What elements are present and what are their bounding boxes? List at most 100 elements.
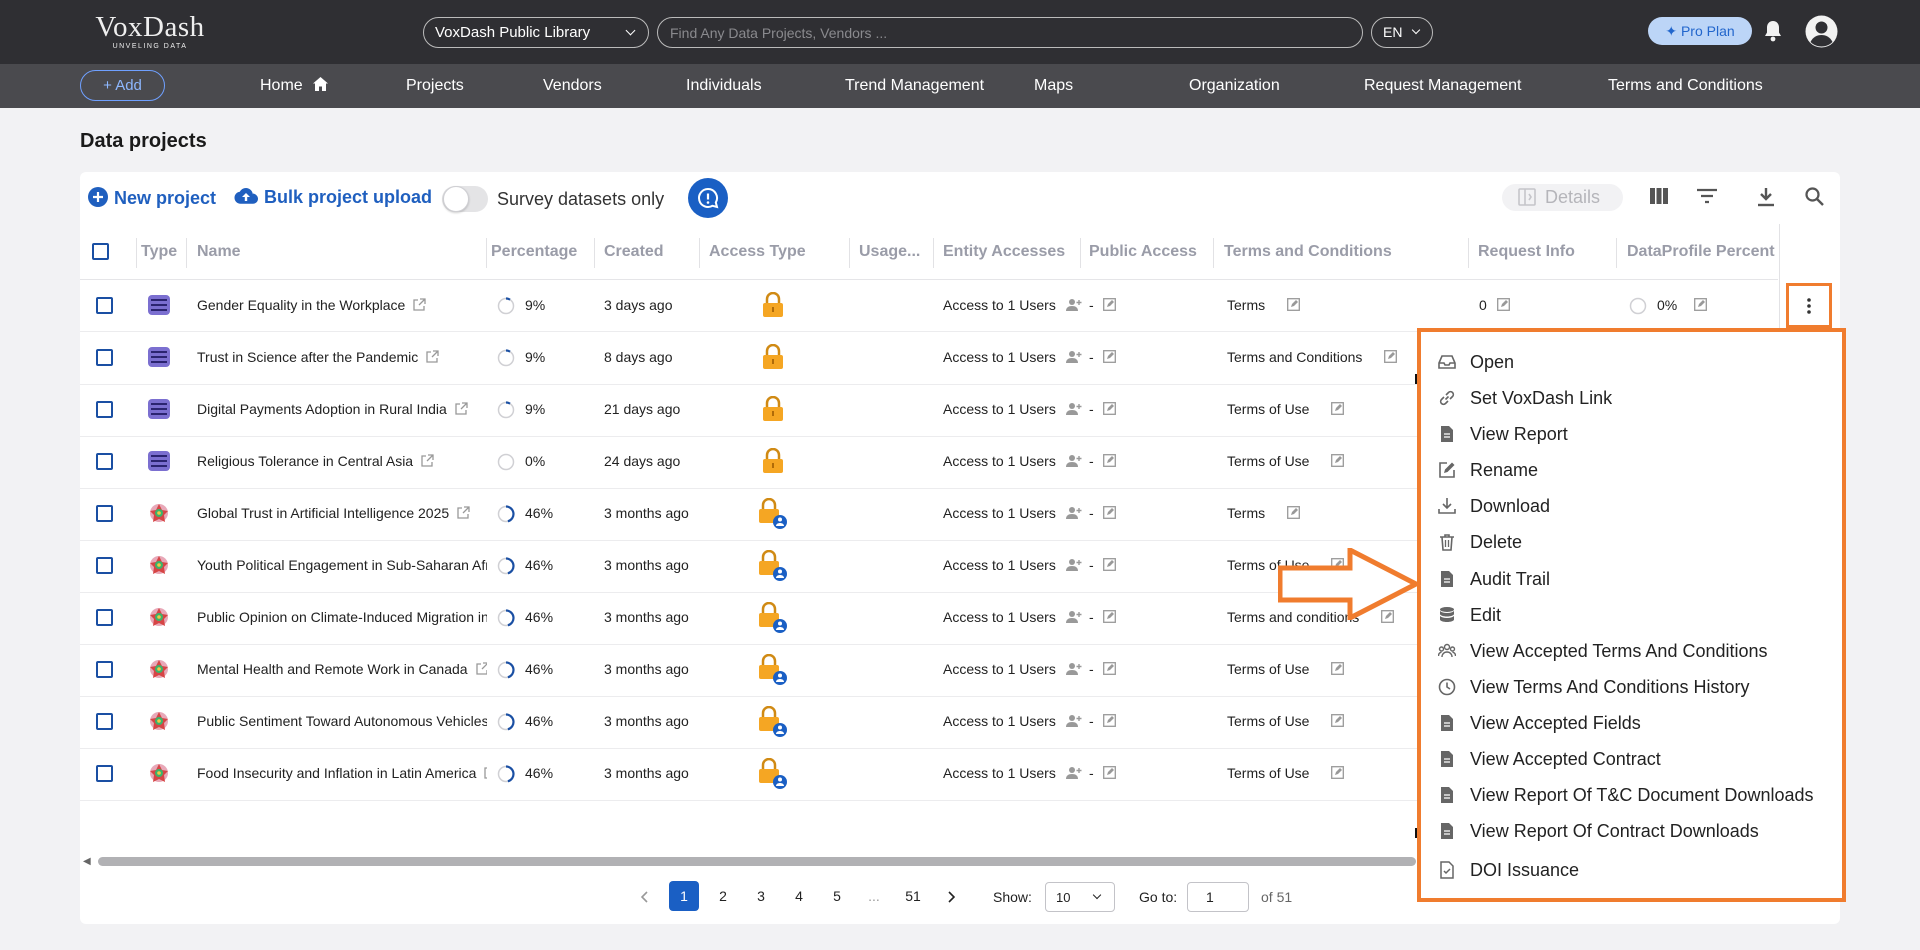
- col-public-access[interactable]: Public Access: [1089, 243, 1197, 261]
- row-checkbox[interactable]: [96, 713, 113, 730]
- edit-icon[interactable]: [1103, 454, 1116, 467]
- menu-item-terms-history[interactable]: View Terms And Conditions History: [1438, 672, 1838, 702]
- external-link-icon[interactable]: [413, 298, 426, 311]
- edit-icon[interactable]: [1103, 766, 1116, 779]
- page-button[interactable]: 4: [784, 881, 814, 911]
- row-checkbox[interactable]: [96, 401, 113, 418]
- language-select[interactable]: EN: [1371, 17, 1433, 48]
- edit-icon[interactable]: [1694, 298, 1707, 311]
- row-checkbox[interactable]: [96, 453, 113, 470]
- row-name[interactable]: Food Insecurity and Inflation in Latin A…: [197, 765, 487, 781]
- column-separator[interactable]: [186, 238, 187, 268]
- row-terms[interactable]: Terms of Use: [1227, 661, 1345, 677]
- nav-vendors[interactable]: Vendors: [543, 77, 602, 95]
- row-name[interactable]: Public Opinion on Climate-Induced Migrat…: [197, 609, 487, 625]
- nav-maps[interactable]: Maps: [1034, 77, 1073, 95]
- col-request-info[interactable]: Request Info: [1478, 243, 1575, 261]
- menu-item-set-link[interactable]: Set VoxDash Link: [1438, 383, 1838, 413]
- row-terms[interactable]: Terms of Use: [1227, 765, 1345, 781]
- column-separator[interactable]: [1213, 238, 1214, 268]
- edit-icon[interactable]: [1331, 402, 1345, 415]
- row-terms[interactable]: Terms of Use: [1227, 453, 1345, 469]
- col-type[interactable]: Type: [141, 243, 177, 261]
- page-button[interactable]: 5: [822, 881, 852, 911]
- edit-icon[interactable]: [1103, 558, 1116, 571]
- edit-icon[interactable]: [1287, 298, 1301, 311]
- logo[interactable]: VoxDash UNVELING DATA: [80, 12, 220, 50]
- col-percentage[interactable]: Percentage: [491, 243, 577, 261]
- page-size-select[interactable]: 10: [1045, 882, 1115, 912]
- edit-icon[interactable]: [1384, 350, 1398, 363]
- prev-page-icon[interactable]: [641, 891, 649, 903]
- row-checkbox[interactable]: [96, 297, 113, 314]
- row-checkbox[interactable]: [96, 609, 113, 626]
- add-user-icon[interactable]: [1066, 506, 1082, 520]
- edit-icon[interactable]: [1497, 298, 1510, 311]
- column-separator[interactable]: [849, 238, 850, 268]
- goto-page-input[interactable]: 1: [1187, 882, 1249, 912]
- details-button[interactable]: Details: [1502, 184, 1623, 211]
- nav-organization[interactable]: Organization: [1189, 77, 1280, 95]
- edit-icon[interactable]: [1287, 506, 1301, 519]
- row-name[interactable]: Trust in Science after the Pandemic: [197, 349, 487, 365]
- col-usage[interactable]: Usage...: [859, 243, 920, 261]
- column-separator[interactable]: [594, 238, 595, 268]
- column-separator[interactable]: [933, 238, 934, 268]
- menu-item-open[interactable]: Open: [1438, 347, 1838, 377]
- new-project-button[interactable]: New project: [88, 187, 216, 209]
- menu-item-rename[interactable]: Rename: [1438, 455, 1838, 485]
- survey-info-button[interactable]: [688, 178, 728, 218]
- horizontal-scrollbar[interactable]: [98, 857, 1416, 866]
- menu-item-edit[interactable]: Edit: [1438, 600, 1838, 630]
- edit-icon[interactable]: [1331, 454, 1345, 467]
- add-user-icon[interactable]: [1066, 402, 1082, 416]
- edit-icon[interactable]: [1103, 714, 1116, 727]
- add-user-icon[interactable]: [1066, 298, 1082, 312]
- row-name[interactable]: Gender Equality in the Workplace: [197, 297, 487, 313]
- bulk-upload-button[interactable]: Bulk project upload: [234, 187, 432, 208]
- column-separator[interactable]: [1080, 238, 1081, 268]
- filter-icon[interactable]: [1696, 187, 1718, 205]
- external-link-icon[interactable]: [421, 454, 434, 467]
- external-link-icon[interactable]: [475, 662, 487, 675]
- add-user-icon[interactable]: [1066, 714, 1082, 728]
- column-separator[interactable]: [1468, 238, 1469, 268]
- scroll-left-arrow-icon[interactable]: ◀: [83, 856, 91, 867]
- row-terms[interactable]: Terms of Use: [1227, 713, 1345, 729]
- bell-icon[interactable]: [1764, 20, 1782, 42]
- add-user-icon[interactable]: [1066, 610, 1082, 624]
- page-button[interactable]: 2: [708, 881, 738, 911]
- external-link-icon[interactable]: [484, 766, 487, 779]
- search-icon[interactable]: [1805, 187, 1824, 206]
- edit-icon[interactable]: [1103, 662, 1116, 675]
- row-checkbox[interactable]: [96, 661, 113, 678]
- edit-icon[interactable]: [1103, 298, 1116, 311]
- edit-icon[interactable]: [1103, 402, 1116, 415]
- menu-item-view-report[interactable]: View Report: [1438, 419, 1838, 449]
- col-entity-accesses[interactable]: Entity Accesses: [943, 243, 1065, 261]
- row-terms[interactable]: Terms and Conditions: [1227, 349, 1398, 365]
- nav-terms-and-conditions[interactable]: Terms and Conditions: [1608, 77, 1763, 95]
- page-button[interactable]: 1: [669, 881, 699, 911]
- menu-item-audit-trail[interactable]: Audit Trail: [1438, 564, 1838, 594]
- next-page-icon[interactable]: [947, 891, 955, 903]
- col-access-type[interactable]: Access Type: [709, 243, 806, 261]
- row-checkbox[interactable]: [96, 765, 113, 782]
- pro-plan-button[interactable]: ✦ Pro Plan: [1648, 17, 1752, 45]
- row-name[interactable]: Youth Political Engagement in Sub-Sahara…: [197, 557, 487, 573]
- menu-item-view-accepted-contract[interactable]: View Accepted Contract: [1438, 744, 1838, 774]
- kebab-menu-icon[interactable]: [1806, 297, 1812, 315]
- external-link-icon[interactable]: [455, 402, 468, 415]
- row-terms[interactable]: Terms of Use: [1227, 401, 1345, 417]
- column-separator[interactable]: [486, 238, 487, 268]
- row-checkbox[interactable]: [96, 505, 113, 522]
- menu-item-view-accepted-terms[interactable]: View Accepted Terms And Conditions: [1438, 636, 1838, 666]
- download-icon[interactable]: [1757, 187, 1775, 207]
- edit-icon[interactable]: [1103, 350, 1116, 363]
- edit-icon[interactable]: [1331, 766, 1345, 779]
- row-name[interactable]: Public Sentiment Toward Autonomous Vehic…: [197, 713, 487, 729]
- add-user-icon[interactable]: [1066, 350, 1082, 364]
- col-created[interactable]: Created: [604, 243, 664, 261]
- menu-item-tc-downloads-report[interactable]: View Report Of T&C Document Downloads: [1438, 780, 1838, 810]
- row-name[interactable]: Mental Health and Remote Work in Canada: [197, 661, 487, 677]
